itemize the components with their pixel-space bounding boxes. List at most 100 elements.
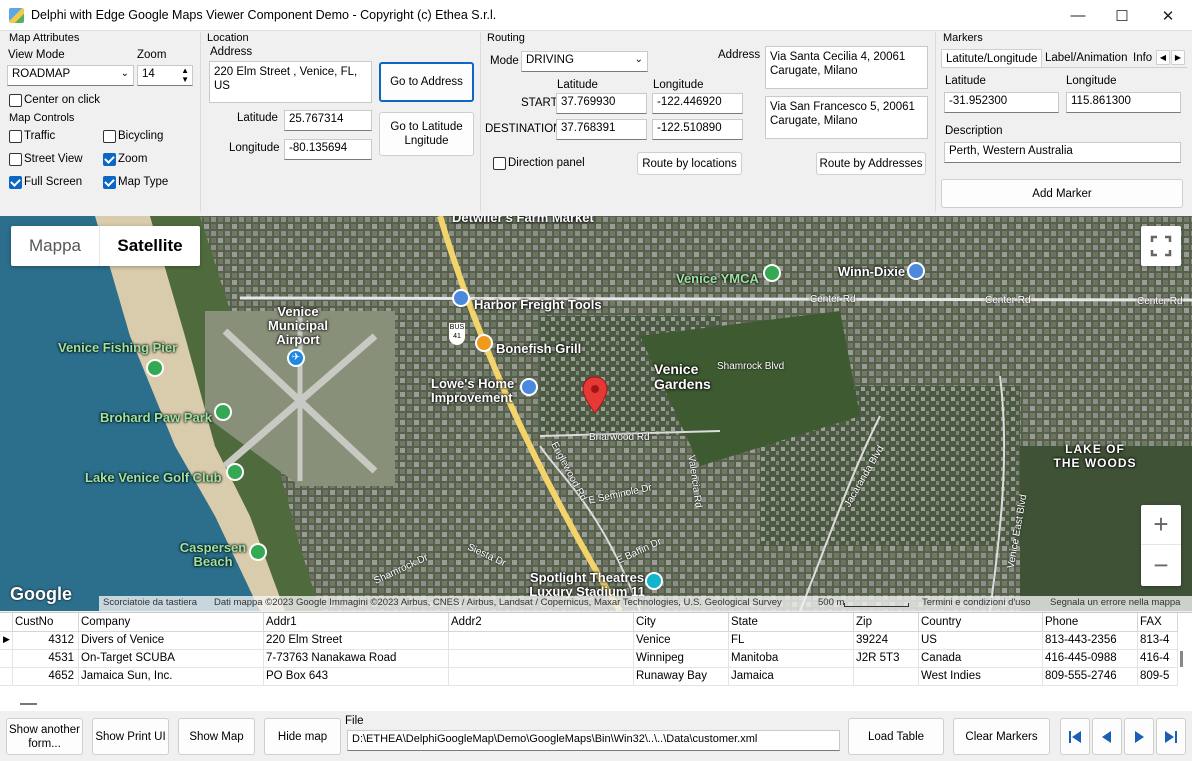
go-to-address-button[interactable]: Go to Address bbox=[379, 62, 474, 102]
table-cell[interactable]: PO Box 643 bbox=[264, 668, 449, 686]
table-cell[interactable]: 39224 bbox=[854, 632, 919, 650]
hide-map-button[interactable]: Hide map bbox=[264, 718, 341, 755]
view-mode-select[interactable]: ROADMAP ⌄ bbox=[7, 65, 134, 86]
address-input[interactable]: 220 Elm Street , Venice, FL, US bbox=[209, 61, 372, 103]
table-cell[interactable] bbox=[449, 668, 634, 686]
longitude-input[interactable]: -80.135694 bbox=[284, 139, 372, 160]
nav-next-button[interactable] bbox=[1124, 718, 1154, 755]
table-cell[interactable]: On-Target SCUBA bbox=[79, 650, 264, 668]
latitude-input[interactable]: 25.767314 bbox=[284, 110, 372, 131]
table-cell[interactable]: 416-4 bbox=[1138, 650, 1178, 668]
table-cell[interactable]: 813-4 bbox=[1138, 632, 1178, 650]
zoom-checkbox[interactable] bbox=[103, 153, 116, 166]
column-header[interactable]: Addr1 bbox=[264, 613, 449, 632]
tab-scroll-left-icon[interactable]: ◀ bbox=[1156, 50, 1170, 65]
map-view[interactable]: Detwiler's Farm Market Harbor Freight To… bbox=[0, 216, 1192, 611]
airport-pin-icon[interactable]: ✈ bbox=[287, 349, 305, 367]
maximize-button[interactable]: ☐ bbox=[1099, 0, 1145, 31]
go-to-latlng-button[interactable]: Go to Latitude Lngitude bbox=[379, 112, 474, 156]
street-view-checkbox[interactable] bbox=[9, 153, 22, 166]
column-header[interactable]: City bbox=[634, 613, 729, 632]
destination-address-input[interactable]: Via San Francesco 5, 20061 Carugate, Mil… bbox=[765, 96, 928, 139]
map-type-mappa-button[interactable]: Mappa bbox=[11, 226, 100, 266]
traffic-checkbox[interactable] bbox=[9, 130, 22, 143]
spin-arrows-icon[interactable]: ▲ ▼ bbox=[181, 66, 189, 84]
show-map-button[interactable]: Show Map bbox=[178, 718, 255, 755]
marker-longitude-input[interactable]: 115.861300 bbox=[1066, 92, 1181, 113]
column-header[interactable]: Company bbox=[79, 613, 264, 632]
direction-panel-checkbox[interactable] bbox=[493, 157, 506, 170]
column-header[interactable]: CustNo bbox=[13, 613, 79, 632]
destination-latitude-input[interactable]: 37.768391 bbox=[556, 119, 647, 140]
table-cell[interactable]: 220 Elm Street bbox=[264, 632, 449, 650]
show-print-ui-button[interactable]: Show Print UI bbox=[92, 718, 169, 755]
zoom-spinner[interactable]: 14 ▲ ▼ bbox=[137, 65, 193, 86]
beach-pin-icon[interactable] bbox=[249, 543, 267, 561]
file-path-input[interactable]: D:\ETHEA\DelphiGoogleMap\Demo\GoogleMaps… bbox=[347, 730, 840, 751]
table-cell[interactable]: J2R 5T3 bbox=[854, 650, 919, 668]
table-cell[interactable]: Canada bbox=[919, 650, 1043, 668]
table-cell[interactable]: 4531 bbox=[13, 650, 79, 668]
table-cell[interactable]: 416-445-0988 bbox=[1043, 650, 1138, 668]
table-cell[interactable]: Venice bbox=[634, 632, 729, 650]
terms-link[interactable]: Termini e condizioni d'uso bbox=[922, 597, 1030, 608]
keyboard-shortcuts-link[interactable]: Scorciatoie da tastiera bbox=[103, 597, 197, 608]
zoom-out-button[interactable]: − bbox=[1141, 545, 1181, 585]
table-cell[interactable]: West Indies bbox=[919, 668, 1043, 686]
start-address-input[interactable]: Via Santa Cecilia 4, 20061 Carugate, Mil… bbox=[765, 46, 928, 89]
map-type-satellite-button[interactable]: Satellite bbox=[100, 226, 200, 266]
clear-markers-button[interactable]: Clear Markers bbox=[953, 718, 1050, 755]
table-cell[interactable] bbox=[449, 632, 634, 650]
map-type-checkbox[interactable] bbox=[103, 176, 116, 189]
table-cell[interactable]: Winnipeg bbox=[634, 650, 729, 668]
nav-prior-button[interactable] bbox=[1092, 718, 1122, 755]
tab-latlng[interactable]: Latitute/Longitude bbox=[941, 49, 1043, 68]
table-cell[interactable]: Runaway Bay bbox=[634, 668, 729, 686]
routing-mode-select[interactable]: DRIVING ⌄ bbox=[521, 51, 648, 72]
report-error-link[interactable]: Segnala un errore nella mappa bbox=[1050, 597, 1180, 608]
golf-pin-icon[interactable] bbox=[226, 463, 244, 481]
tab-scroll-right-icon[interactable]: ▶ bbox=[1171, 50, 1185, 65]
column-header[interactable]: Country bbox=[919, 613, 1043, 632]
table-cell[interactable]: 809-5 bbox=[1138, 668, 1178, 686]
destination-longitude-input[interactable]: -122.510890 bbox=[652, 119, 743, 140]
shopping-pin-icon[interactable] bbox=[452, 289, 470, 307]
column-header[interactable]: Phone bbox=[1043, 613, 1138, 632]
table-cell[interactable]: Jamaica Sun, Inc. bbox=[79, 668, 264, 686]
start-latitude-input[interactable]: 37.769930 bbox=[556, 93, 647, 114]
table-cell[interactable] bbox=[854, 668, 919, 686]
column-header[interactable]: Addr2 bbox=[449, 613, 634, 632]
column-header[interactable]: FAX bbox=[1138, 613, 1178, 632]
theater-pin-icon[interactable] bbox=[645, 572, 663, 590]
table-cell[interactable]: 4652 bbox=[13, 668, 79, 686]
route-by-addresses-button[interactable]: Route by Addresses bbox=[816, 152, 926, 175]
column-header[interactable]: State bbox=[729, 613, 854, 632]
restaurant-pin-icon[interactable] bbox=[475, 334, 493, 352]
zoom-in-button[interactable]: + bbox=[1141, 505, 1181, 545]
table-cell[interactable]: Jamaica bbox=[729, 668, 854, 686]
bicycling-checkbox[interactable] bbox=[103, 130, 116, 143]
vertical-scrollbar-thumb[interactable] bbox=[1180, 651, 1183, 667]
tab-info[interactable]: Info bbox=[1129, 49, 1155, 68]
fullscreen-button[interactable] bbox=[1141, 226, 1181, 266]
center-on-click-checkbox[interactable] bbox=[9, 94, 22, 107]
shopping-pin-icon[interactable] bbox=[907, 262, 925, 280]
table-cell[interactable]: US bbox=[919, 632, 1043, 650]
tab-label-animation[interactable]: Label/Animation bbox=[1041, 49, 1131, 68]
shopping-pin-icon[interactable] bbox=[520, 378, 538, 396]
park-pin-icon[interactable] bbox=[763, 264, 781, 282]
location-marker-icon[interactable] bbox=[582, 376, 608, 414]
table-cell[interactable]: FL bbox=[729, 632, 854, 650]
horizontal-scrollbar-thumb[interactable] bbox=[20, 703, 37, 705]
park-pin-icon[interactable] bbox=[214, 403, 232, 421]
show-another-form-button[interactable]: Show another form... bbox=[6, 718, 83, 755]
full-screen-checkbox[interactable] bbox=[9, 176, 22, 189]
customer-grid[interactable]: CustNo Company Addr1 Addr2 City State Zi… bbox=[0, 612, 1192, 711]
table-cell[interactable] bbox=[449, 650, 634, 668]
table-cell[interactable]: 7-73763 Nanakawa Road bbox=[264, 650, 449, 668]
nav-last-button[interactable] bbox=[1156, 718, 1186, 755]
table-cell[interactable]: Manitoba bbox=[729, 650, 854, 668]
minimize-button[interactable]: — bbox=[1055, 0, 1101, 31]
park-pin-icon[interactable] bbox=[146, 359, 164, 377]
marker-latitude-input[interactable]: -31.952300 bbox=[944, 92, 1059, 113]
